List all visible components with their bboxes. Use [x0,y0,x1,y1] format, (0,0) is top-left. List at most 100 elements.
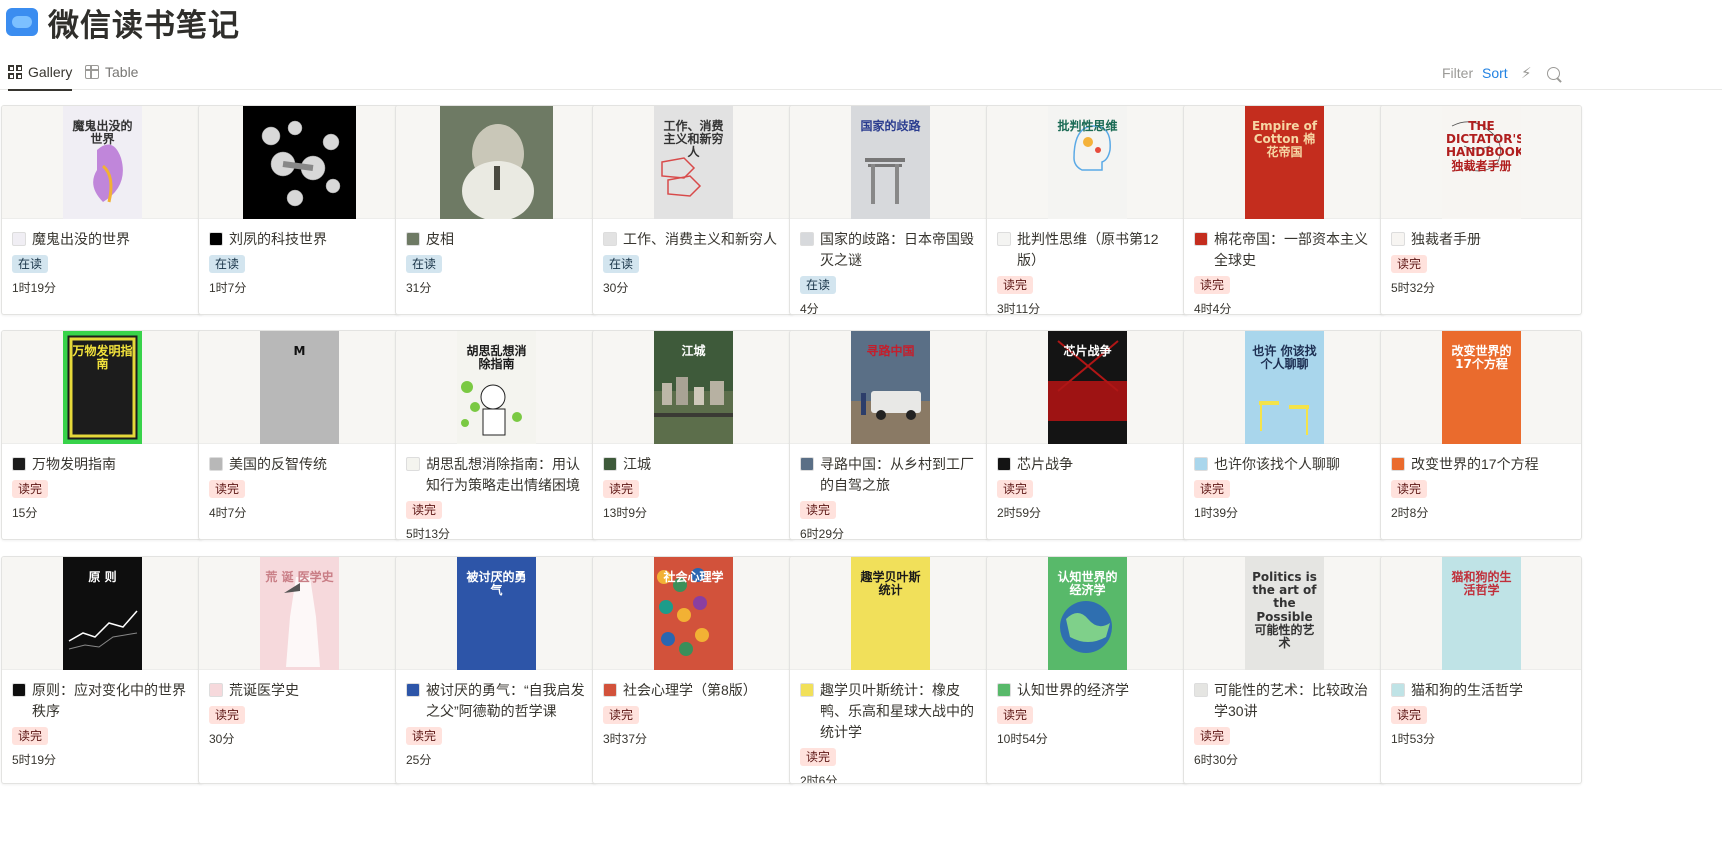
book-thumbnail-icon [12,683,26,697]
book-card[interactable]: 刘夙的科技世界 在读 1时7分 [198,105,400,315]
cover-title: 趣学贝叶斯统计 [860,570,921,598]
book-card[interactable]: Politics is the art of the Possible 可能性的… [1183,556,1385,784]
book-title: 胡思乱想消除指南：用认知行为策略走出情绪困境 [396,444,596,496]
book-title: 也许你该找个人聊聊 [1184,444,1384,475]
book-title-text: 认知世界的经济学 [1017,682,1129,698]
book-card[interactable]: 江城 江城 读完 13时9分 [592,330,794,540]
book-thumbnail-icon [603,232,617,246]
cover-image: 猫和狗的生活哲学 [1442,557,1521,670]
status-badge: 在读 [12,255,49,273]
cover-image: 魔鬼出没的世界 [63,106,142,219]
book-title-text: 美国的反智传统 [229,456,327,472]
book-card[interactable]: 胡思乱想消除指南 胡思乱想消除指南：用认知行为策略走出情绪困境 读完 5时13分 [395,330,597,540]
reading-duration: 4分 [800,302,819,315]
book-card[interactable]: 原 则原则：应对变化中的世界秩序 读完 5时19分 [1,556,203,784]
book-card[interactable]: 国家的歧路 国家的歧路：日本帝国毁灭之谜 在读 4分 [789,105,991,315]
search-button[interactable] [1547,62,1560,84]
book-card[interactable]: Empire of Cotton 棉花帝国 棉花帝国：一部资本主义全球史 读完 4时4… [1183,105,1385,315]
cover-title: 被讨厌的勇气 [466,570,527,598]
search-icon [1547,66,1560,80]
book-card[interactable]: M 美国的反智传统 读完 4时7分 [198,330,400,540]
view-tabs-bar: Gallery Table Filter Sort ⚡ [0,52,1722,91]
book-cover: 工作、消费主义和新穷人 [593,106,793,219]
reading-duration: 5时19分 [12,753,57,767]
tab-gallery[interactable]: Gallery [8,58,73,91]
book-card[interactable]: 被讨厌的勇气 被讨厌的勇气：“自我启发之父”阿德勒的哲学课 读完 25分 [395,556,597,784]
status-badge: 读完 [406,727,443,745]
book-card[interactable]: 批判性思维批判性思维（原书第12版） 读完 3时11分 [986,105,1188,315]
status-badge: 读完 [997,480,1034,498]
reading-duration: 10时54分 [997,732,1048,746]
book-card[interactable]: 认知世界的经济学 认知世界的经济学 读完 10时54分 [986,556,1188,784]
book-title: 社会心理学（第8版） [593,670,793,701]
book-card[interactable]: 万物发明指南 万物发明指南 读完 15分 [1,330,203,540]
book-card[interactable]: 魔鬼出没的世界 魔鬼出没的世界 在读 1时19分 [1,105,203,315]
status-badge: 读完 [1194,480,1231,498]
book-title-text: 批判性思维（原书第12版） [1017,231,1159,268]
book-cover: 社会心理学 [593,557,793,670]
book-cover [199,106,399,219]
book-card[interactable]: 趣学贝叶斯统计 趣学贝叶斯统计：橡皮鸭、乐高和星球大战中的统计学 读完 2时6分 [789,556,991,784]
book-title: 国家的歧路：日本帝国毁灭之谜 [790,219,990,271]
reading-duration: 1时53分 [1391,732,1436,746]
cover-title: 批判性思维 [1057,119,1118,133]
reading-duration: 31分 [406,281,432,295]
book-thumbnail-icon [209,683,223,697]
book-card[interactable]: 猫和狗的生活哲学 猫和狗的生活哲学 读完 1时53分 [1380,556,1582,784]
reading-duration: 3时11分 [997,302,1041,315]
book-card[interactable]: 皮相 在读 31分 [395,105,597,315]
gallery-grid-icon [8,65,22,79]
book-title-text: 工作、消费主义和新穷人 [623,231,777,247]
status-badge: 在读 [800,276,837,294]
book-title: 江城 [593,444,793,475]
book-card[interactable]: 也许 你该找个人聊聊 也许你该找个人聊聊 读完 1时39分 [1183,330,1385,540]
status-badge: 读完 [209,706,246,724]
book-cover: 胡思乱想消除指南 [396,331,596,444]
filter-button[interactable]: Filter [1442,62,1473,84]
cover-image: 工作、消费主义和新穷人 [654,106,733,219]
book-cover: THE DICTATOR'S HANDBOOK 独裁者手册 [1381,106,1581,219]
book-thumbnail-icon [603,457,617,471]
book-title: 原则：应对变化中的世界秩序 [2,670,202,722]
cover-image: 也许 你该找个人聊聊 [1245,331,1324,444]
sort-button[interactable]: Sort [1482,62,1508,84]
page-header: 微信读书笔记 [6,4,240,44]
book-title-text: 刘夙的科技世界 [229,231,327,247]
book-card[interactable]: THE DICTATOR'S HANDBOOK 独裁者手册 独裁者手册 读完 5时32… [1380,105,1582,315]
book-card[interactable]: 芯片战争 芯片战争 读完 2时59分 [986,330,1188,540]
reading-duration: 2时6分 [800,774,838,784]
reading-duration: 4时4分 [1194,302,1232,315]
book-title-text: 改变世界的17个方程 [1411,456,1539,472]
book-thumbnail-icon [12,232,26,246]
cover-title: 寻路中国 [866,344,915,358]
cover-title: 认知世界的经济学 [1057,570,1118,598]
book-card[interactable]: 改变世界的17个方程 改变世界的17个方程 读完 2时8分 [1380,330,1582,540]
book-title-text: 可能性的艺术：比较政治学30讲 [1214,682,1368,719]
book-thumbnail-icon [12,457,26,471]
book-title: 批判性思维（原书第12版） [987,219,1187,271]
status-badge: 读完 [997,276,1034,294]
status-badge: 读完 [12,480,49,498]
book-title-text: 也许你该找个人聊聊 [1214,456,1340,472]
book-card[interactable]: 寻路中国 寻路中国：从乡村到工厂的自驾之旅 读完 6时29分 [789,330,991,540]
cover-image: Empire of Cotton 棉花帝国 [1245,106,1324,219]
book-card[interactable]: 社会心理学 社会心理学（第8版） 读完 3时37分 [592,556,794,784]
book-title-text: 寻路中国：从乡村到工厂的自驾之旅 [820,456,974,493]
book-title-text: 独裁者手册 [1411,231,1481,247]
book-cover: 也许 你该找个人聊聊 [1184,331,1384,444]
cover-image: 批判性思维 [1048,106,1127,219]
book-card[interactable]: 工作、消费主义和新穷人 工作、消费主义和新穷人 在读 30分 [592,105,794,315]
tab-table[interactable]: Table [85,58,138,86]
book-title-text: 皮相 [426,231,454,247]
book-title-text: 棉花帝国：一部资本主义全球史 [1214,231,1368,268]
automation-button[interactable]: ⚡ [1521,62,1532,84]
cover-image: THE DICTATOR'S HANDBOOK 独裁者手册 [1442,106,1521,219]
cover-title: M [293,344,306,358]
book-card[interactable]: 荒 诞 医学史 荒诞医学史 读完 30分 [198,556,400,784]
book-thumbnail-icon [800,457,814,471]
status-badge: 读完 [1391,255,1428,273]
book-title: 改变世界的17个方程 [1381,444,1581,475]
book-cover: 寻路中国 [790,331,990,444]
book-thumbnail-icon [209,232,223,246]
cover-image [243,106,356,219]
